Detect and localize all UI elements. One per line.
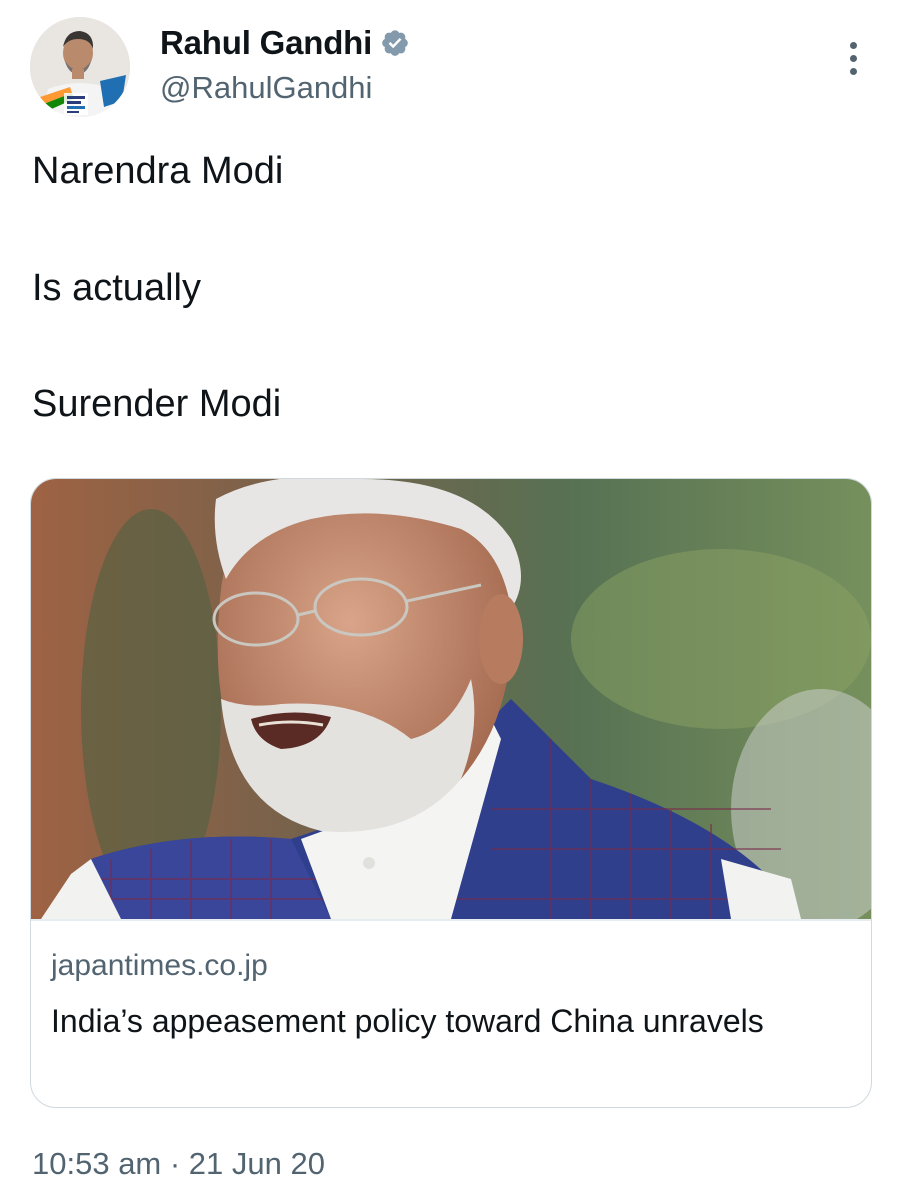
tweet-text-line: Narendra Modi xyxy=(32,150,284,192)
tweet-text-line: Is actually xyxy=(32,267,201,309)
author-name-row[interactable]: Rahul Gandhi xyxy=(160,22,410,64)
verified-badge-icon xyxy=(380,28,410,58)
card-divider xyxy=(31,919,871,921)
link-domain: japantimes.co.jp xyxy=(51,949,268,982)
tweet-timestamp[interactable]: 10:53 am · 21 Jun 20 xyxy=(32,1146,325,1182)
avatar-photo xyxy=(30,17,130,117)
tweet: Rahul Gandhi @RahulGandhi Narendra Modi … xyxy=(0,0,903,1200)
more-options-button[interactable] xyxy=(836,38,872,78)
link-preview-image[interactable] xyxy=(31,479,871,919)
author-display-name[interactable]: Rahul Gandhi xyxy=(160,24,372,62)
news-photo xyxy=(31,479,871,919)
tweet-text-line: Surender Modi xyxy=(32,383,282,425)
author-handle[interactable]: @RahulGandhi xyxy=(160,70,372,106)
link-title: India’s appeasement policy toward China … xyxy=(51,1003,764,1039)
avatar[interactable] xyxy=(30,17,130,117)
link-preview-card[interactable]: japantimes.co.jp India’s appeasement pol… xyxy=(30,478,872,1108)
